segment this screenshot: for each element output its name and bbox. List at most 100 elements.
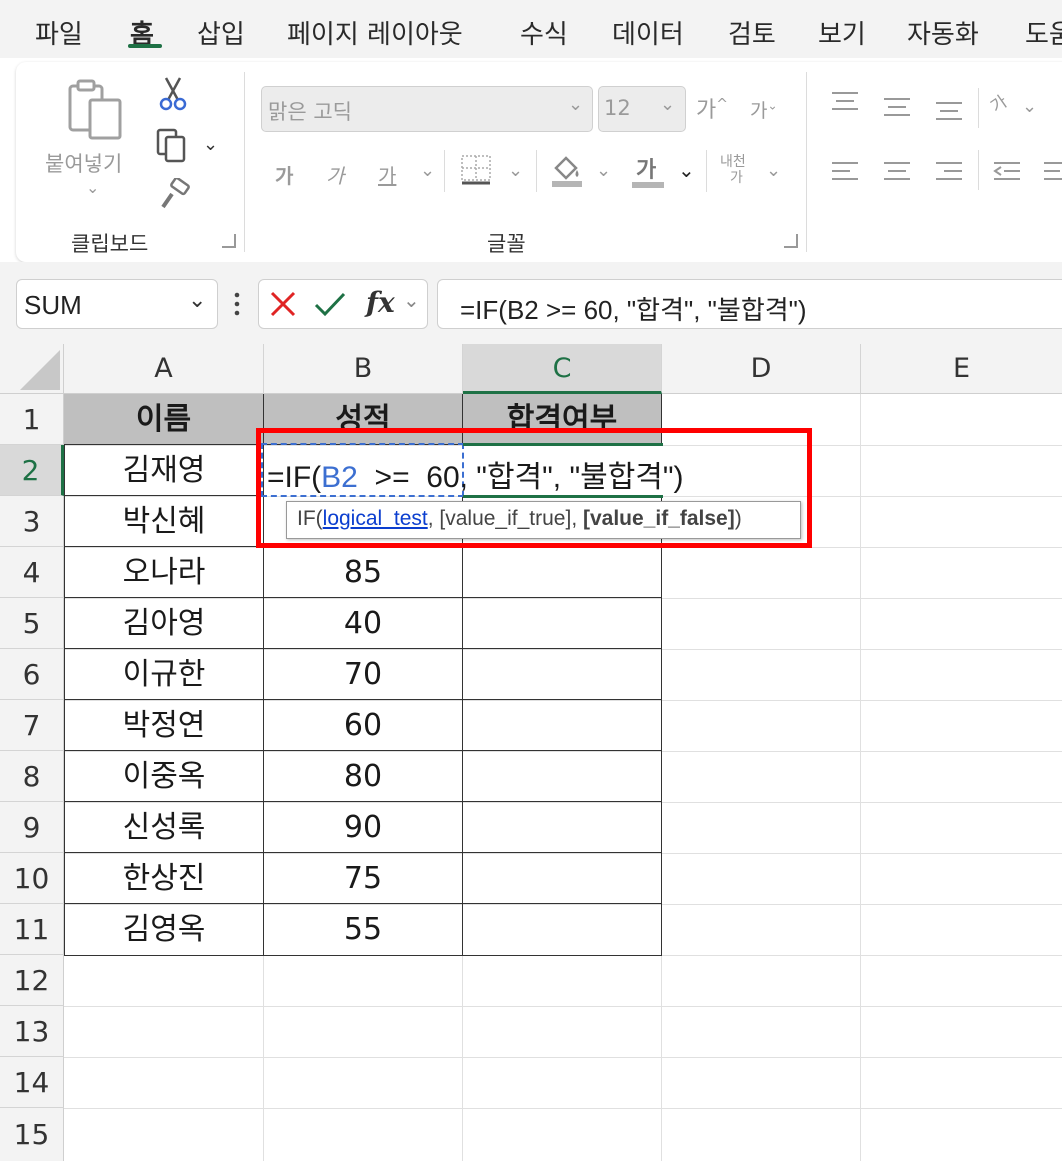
table-cell-name[interactable]: 김영옥 (64, 904, 264, 956)
decrease-indent-icon[interactable] (992, 160, 1022, 186)
orientation-chevron-icon[interactable]: ⌄ (1022, 96, 1037, 117)
tab-view[interactable]: 보기 (818, 14, 866, 51)
name-box-chevron-icon[interactable]: ⌄ (188, 288, 206, 313)
row-header-1[interactable]: 1 (0, 394, 64, 445)
column-header-b[interactable]: B (264, 344, 463, 394)
align-left-icon[interactable] (830, 160, 860, 186)
column-header-a[interactable]: A (64, 344, 264, 394)
clipboard-launcher-icon[interactable] (222, 234, 236, 248)
row-header-12[interactable]: 12 (0, 955, 64, 1006)
table-cell-name[interactable]: 이규한 (64, 649, 264, 700)
tab-review[interactable]: 검토 (728, 14, 776, 51)
shrink-font-button[interactable]: 가⌄ (750, 96, 778, 123)
font-sub-separator (706, 150, 707, 192)
copy-icon[interactable] (156, 128, 190, 164)
insert-function-button[interactable]: fx (366, 286, 395, 319)
table-cell-name[interactable]: 김아영 (64, 598, 264, 649)
align-bottom-icon[interactable] (934, 100, 964, 126)
font-group-label: 글꼴 (487, 232, 526, 256)
column-header-d[interactable]: D (662, 344, 861, 394)
column-header-c[interactable]: C (463, 344, 662, 394)
table-cell-score[interactable]: 90 (264, 802, 463, 853)
table-cell-result[interactable] (463, 751, 662, 802)
row-header-2[interactable]: 2 (0, 445, 64, 496)
phonetic-button[interactable]: 내천 가 (720, 154, 746, 186)
format-painter-icon[interactable] (158, 176, 192, 212)
paste-label[interactable]: 붙여넣기 (45, 148, 122, 178)
increase-indent-icon[interactable] (1042, 160, 1062, 186)
column-header-e[interactable]: E (861, 344, 1062, 394)
paste-chevron-icon[interactable]: ⌄ (86, 178, 99, 197)
table-cell-score[interactable]: 85 (264, 547, 463, 598)
enter-check-icon[interactable] (313, 290, 347, 318)
cut-icon[interactable] (158, 76, 188, 112)
table-cell-name[interactable]: 박신혜 (64, 496, 264, 547)
table-cell-name[interactable]: 박정연 (64, 700, 264, 751)
table-cell-result[interactable] (463, 700, 662, 751)
table-cell-result[interactable] (463, 598, 662, 649)
row-header-8[interactable]: 8 (0, 751, 64, 802)
borders-chevron-icon[interactable]: ⌄ (508, 160, 523, 181)
table-cell-result[interactable] (463, 547, 662, 598)
font-name-chevron-icon[interactable]: ⌄ (568, 94, 583, 115)
row-header-5[interactable]: 5 (0, 598, 64, 649)
row-header-6[interactable]: 6 (0, 649, 64, 700)
tab-insert[interactable]: 삽입 (197, 14, 245, 51)
row-header-11[interactable]: 11 (0, 904, 64, 955)
tab-formulas[interactable]: 수식 (520, 14, 568, 51)
table-cell-score[interactable]: 75 (264, 853, 463, 904)
table-cell-name[interactable]: 이중옥 (64, 751, 264, 802)
tab-help[interactable]: 도움 (1025, 14, 1062, 51)
row-header-14[interactable]: 14 (0, 1057, 64, 1108)
tab-page-layout[interactable]: 페이지 레이아웃 (287, 14, 463, 51)
row-header-7[interactable]: 7 (0, 700, 64, 751)
font-color-button[interactable]: 가 (636, 152, 656, 184)
table-cell-score[interactable]: 60 (264, 700, 463, 751)
underline-chevron-icon[interactable]: ⌄ (420, 160, 435, 181)
align-middle-icon[interactable] (882, 96, 912, 122)
table-cell-name[interactable]: 신성록 (64, 802, 264, 853)
row-header-15[interactable]: 15 (0, 1108, 64, 1161)
table-cell-name[interactable]: 김재영 (64, 445, 264, 496)
row-header-3[interactable]: 3 (0, 496, 64, 547)
table-cell-result[interactable] (463, 853, 662, 904)
borders-icon[interactable] (460, 154, 492, 186)
table-cell-score[interactable]: 80 (264, 751, 463, 802)
phonetic-chevron-icon[interactable]: ⌄ (766, 160, 781, 181)
row-header-4[interactable]: 4 (0, 547, 64, 598)
tab-file[interactable]: 파일 (35, 14, 83, 51)
align-center-icon[interactable] (882, 160, 912, 186)
fill-color-chevron-icon[interactable]: ⌄ (596, 160, 611, 181)
paste-icon[interactable] (64, 78, 126, 142)
align-right-icon[interactable] (934, 160, 964, 186)
row-header-9[interactable]: 9 (0, 802, 64, 853)
table-cell-name[interactable]: 한상진 (64, 853, 264, 904)
fill-color-icon[interactable] (550, 152, 584, 188)
tab-automate[interactable]: 자동화 (907, 14, 979, 51)
font-color-chevron-icon[interactable]: ⌄ (678, 158, 695, 182)
table-cell-result[interactable] (463, 904, 662, 956)
select-all-corner[interactable] (0, 344, 64, 394)
font-size-chevron-icon[interactable]: ⌄ (660, 94, 675, 115)
table-cell-result[interactable] (463, 802, 662, 853)
underline-button[interactable]: 가 (378, 160, 396, 189)
italic-button[interactable]: 가 (326, 160, 344, 189)
table-cell-score[interactable]: 40 (264, 598, 463, 649)
grow-font-button[interactable]: 가^ (696, 92, 728, 124)
row-header-10[interactable]: 10 (0, 853, 64, 904)
font-launcher-icon[interactable] (784, 234, 798, 248)
table-cell-score[interactable]: 55 (264, 904, 463, 956)
fx-chevron-icon[interactable]: ⌄ (403, 288, 420, 312)
table-cell-name[interactable]: 오나라 (64, 547, 264, 598)
bold-button[interactable]: 가 (275, 160, 293, 189)
row-header-13[interactable]: 13 (0, 1006, 64, 1057)
table-cell-result[interactable] (463, 649, 662, 700)
formula-bar-grip-icon[interactable] (234, 292, 240, 318)
gridline (64, 1057, 1062, 1058)
align-top-icon[interactable] (830, 90, 860, 116)
header-cell-name[interactable]: 이름 (64, 394, 264, 445)
cancel-icon[interactable] (269, 290, 297, 318)
copy-chevron-icon[interactable]: ⌄ (203, 134, 218, 155)
tab-data[interactable]: 데이터 (612, 14, 684, 51)
table-cell-score[interactable]: 70 (264, 649, 463, 700)
